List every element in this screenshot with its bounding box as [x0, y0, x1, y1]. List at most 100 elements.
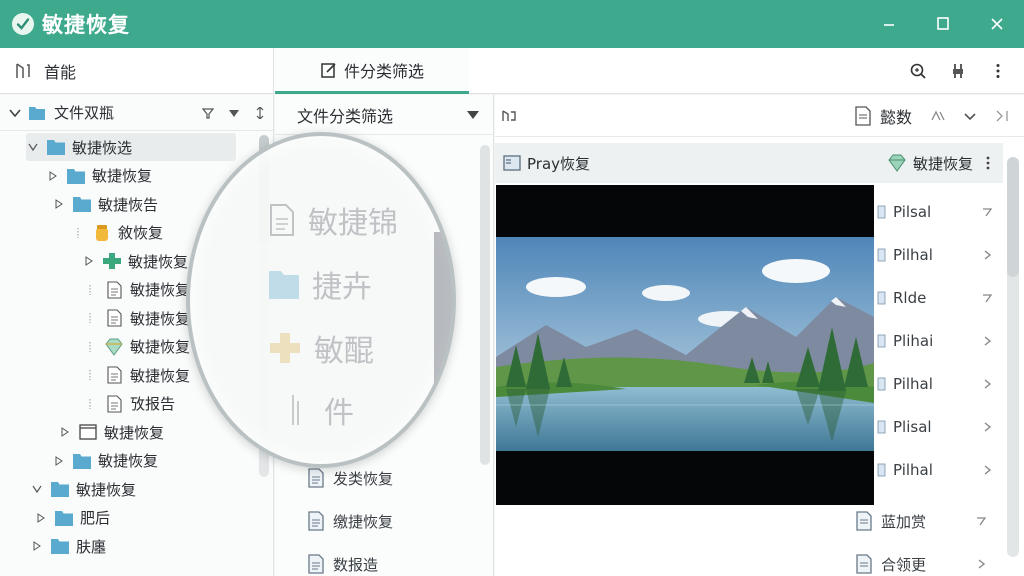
document-icon: [856, 511, 872, 531]
sort-button[interactable]: [221, 98, 247, 128]
chevron-right-icon[interactable]: [46, 169, 60, 183]
tree-item[interactable]: 敏捷恢复: [84, 333, 190, 361]
document-icon: [104, 309, 124, 327]
chevron-right-icon[interactable]: [981, 249, 993, 261]
jar-icon: [92, 224, 112, 242]
tree-item[interactable]: 敏捷恢复: [58, 418, 164, 446]
list-item[interactable]: 数报造: [307, 549, 378, 576]
list-item[interactable]: Rlde: [875, 283, 1003, 313]
sort-icon[interactable]: [981, 292, 993, 304]
list-item-label: 合领更: [881, 555, 927, 574]
plus-icon: [270, 333, 300, 363]
resize-icon: [256, 106, 264, 119]
chevron-down-icon[interactable]: [30, 482, 44, 496]
title-bar: 敏捷恢复: [0, 0, 1024, 48]
chevron-right-icon[interactable]: [981, 335, 993, 347]
tree-item-label: 敏捷恢复: [130, 338, 191, 356]
home-tab[interactable]: 首能: [0, 48, 274, 94]
summary-button[interactable]: 懿数: [854, 104, 912, 128]
chevron-right-icon[interactable]: [52, 197, 66, 211]
maximize-button[interactable]: [916, 0, 970, 48]
chevron-down-icon: [9, 108, 21, 117]
zoom-button[interactable]: [898, 51, 938, 91]
tree-item[interactable]: 敏捷恢告: [52, 190, 158, 218]
tree-item[interactable]: 敏捷恢复: [52, 447, 158, 475]
tree-item[interactable]: 敏捷恢复: [46, 162, 152, 190]
minimize-icon: [884, 24, 894, 26]
tree-item[interactable]: 敏捷恢复: [82, 247, 188, 275]
chevron-right-icon[interactable]: [30, 539, 44, 553]
sort-button[interactable]: [922, 100, 954, 132]
tree-header[interactable]: 文件双瓶: [0, 95, 273, 131]
tree-guide-icon: [84, 283, 98, 297]
tree-guide-icon: [84, 397, 98, 411]
chevron-right-icon[interactable]: [981, 421, 993, 433]
folder-icon: [72, 452, 92, 470]
window-icon: [78, 423, 98, 441]
sort-icon[interactable]: [981, 206, 993, 218]
summary-label: 懿数: [879, 107, 912, 127]
sort-icon: [977, 517, 987, 526]
tree-item[interactable]: 攷报告: [84, 390, 175, 418]
lens-row-label: 敏醌: [314, 334, 374, 369]
image-preview[interactable]: [496, 185, 874, 505]
tree-item[interactable]: 肥后: [34, 504, 110, 532]
chevron-right-icon[interactable]: [981, 378, 993, 390]
list-item[interactable]: 合领更: [855, 549, 1005, 576]
filter-icon: [202, 107, 214, 119]
document-icon: [104, 366, 124, 384]
app-title: 敏捷恢复: [42, 13, 130, 37]
chevron-down-icon[interactable]: [26, 140, 40, 154]
list-item-label: 缴捷恢复: [333, 512, 394, 531]
preview-scrollbar-thumb[interactable]: [1007, 157, 1019, 277]
tree-item[interactable]: 敏捷恢选: [26, 133, 236, 161]
filter-button[interactable]: [195, 98, 221, 128]
minimize-button[interactable]: [862, 0, 916, 48]
chevron-right-icon[interactable]: [34, 511, 48, 525]
list-item[interactable]: Pilsal: [875, 197, 1003, 227]
close-button[interactable]: [970, 0, 1024, 48]
list-item[interactable]: 蓝加赏: [855, 506, 1005, 536]
split-view-icon: [502, 109, 516, 121]
list-item[interactable]: Pilhal: [875, 240, 1003, 270]
edit-icon: [321, 62, 336, 78]
document-icon: [308, 511, 324, 531]
chevron-right-icon[interactable]: [82, 254, 96, 268]
preview-tag-label: 敏捷恢复: [912, 154, 973, 173]
more-button[interactable]: [978, 51, 1018, 91]
tree-item[interactable]: 敘恢复: [72, 219, 163, 247]
category-scrollbar[interactable]: [480, 145, 490, 465]
tree-item[interactable]: 敏捷恢复: [84, 361, 190, 389]
more-vertical-icon[interactable]: [973, 156, 1003, 170]
resize-handle[interactable]: [247, 98, 273, 128]
list-item[interactable]: Pilhal: [875, 369, 1003, 399]
tab-label: 件分类筛选: [343, 61, 424, 81]
chevron-right-icon[interactable]: [981, 464, 993, 476]
lens-row: 件: [290, 388, 354, 432]
landscape-image: [496, 237, 874, 451]
list-item[interactable]: Plisal: [875, 412, 1003, 442]
more-vertical-icon: [996, 64, 1000, 78]
category-header[interactable]: 文件分类筛选: [275, 95, 493, 135]
document-icon: [877, 463, 886, 477]
tools-icon: [953, 64, 963, 78]
list-item[interactable]: Pilhal: [875, 455, 1003, 485]
tree-item-label: 敘恢复: [118, 224, 164, 242]
tools-button[interactable]: [938, 51, 978, 91]
lens-row: 敏醌: [268, 326, 374, 370]
tree-item[interactable]: 敏捷恢复: [84, 276, 190, 304]
tree-item[interactable]: 肤廛: [30, 532, 106, 560]
tab-file-filter[interactable]: 件分类筛选: [275, 48, 469, 94]
tree-item[interactable]: 敏捷恢复: [84, 304, 190, 332]
list-item[interactable]: Plihai: [875, 326, 1003, 356]
chevron-right-icon[interactable]: [58, 425, 72, 439]
tree-item[interactable]: 敏捷恢复: [30, 475, 136, 503]
chevron-right-icon[interactable]: [52, 454, 66, 468]
image-file-icon: [503, 155, 521, 171]
chevron-down-icon: [964, 112, 976, 120]
document-icon: [104, 394, 124, 413]
collapse-button[interactable]: [986, 100, 1018, 132]
gem-icon: [104, 338, 124, 356]
dropdown-button[interactable]: [954, 100, 986, 132]
list-item[interactable]: 缴捷恢复: [307, 506, 393, 536]
